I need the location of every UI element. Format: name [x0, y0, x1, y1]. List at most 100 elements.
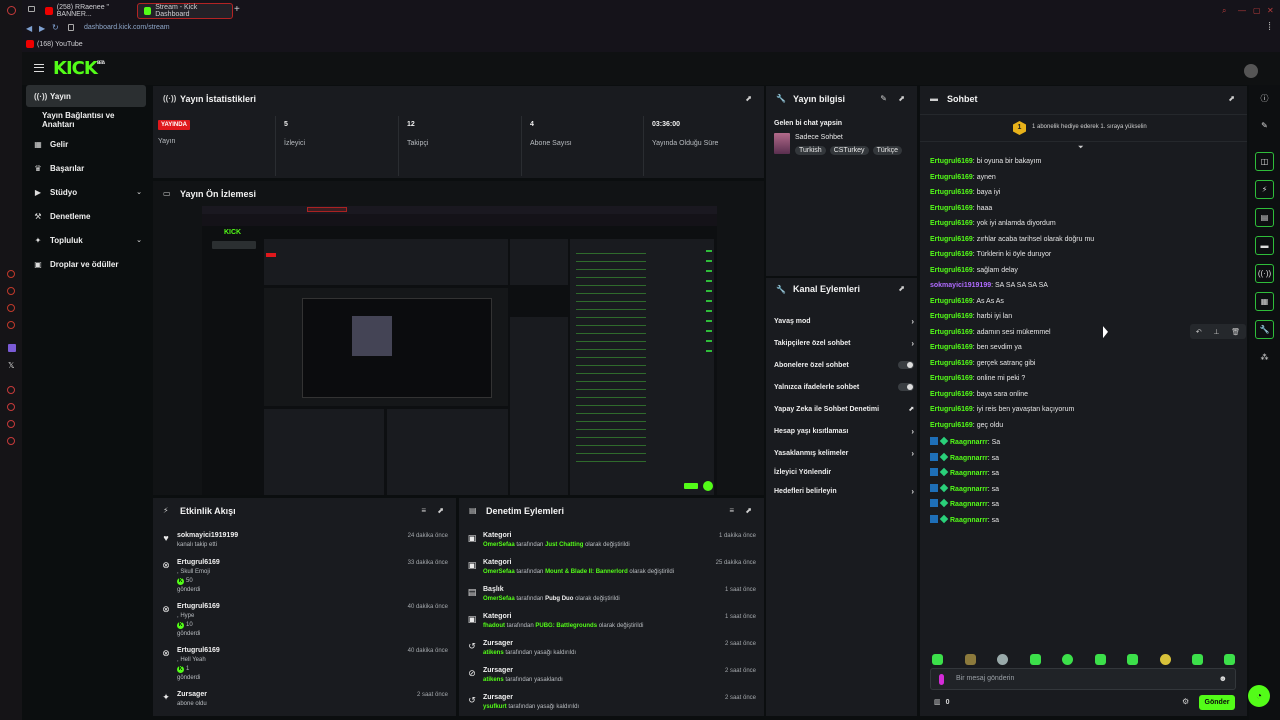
chat-message[interactable]: Raagnnarrr: sa	[930, 483, 999, 493]
chat-message[interactable]: Ertugrul6169: ben sevdim ya	[930, 344, 1022, 351]
sidebar-item-studio[interactable]: ▶ Stüdyo ⌄	[26, 181, 146, 203]
chat-message[interactable]: Ertugrul6169: baya iyi	[930, 189, 1000, 196]
mod-actor[interactable]: ysufkurt	[483, 704, 507, 710]
chat-username[interactable]: Raagnnarrr	[950, 501, 988, 508]
chat-username[interactable]: Ertugrul6169	[930, 298, 973, 305]
chat-message[interactable]: Raagnnarrr: Sa	[930, 436, 1000, 446]
tag-chip[interactable]: CSTurkey	[829, 146, 869, 155]
activity-user[interactable]: sokmayici1919199	[177, 532, 238, 539]
tab-kick-dashboard[interactable]: Stream - Kick Dashboard	[137, 3, 233, 19]
mod-actor[interactable]: atikens	[483, 650, 504, 656]
lightning-icon[interactable]: ⚡	[1255, 180, 1274, 199]
chat-message[interactable]: Ertugrul6169: geç oldu	[930, 422, 1003, 429]
clipboard-icon[interactable]: ▦	[1255, 292, 1274, 311]
chat-message[interactable]: Ertugrul6169: As As As	[930, 298, 1004, 305]
chat-username[interactable]: Ertugrul6169	[930, 375, 973, 382]
chat-username[interactable]: Ertugrul6169	[930, 406, 973, 413]
mod-actor[interactable]: OmerSefaa	[483, 569, 515, 575]
collapse-pin-icon[interactable]: ⏷	[1078, 144, 1084, 152]
ai-moderation-row[interactable]: Yapay Zeka ile Sohbet Denetimi ⬈	[774, 400, 914, 418]
chat-message[interactable]: Ertugrul6169: sağlam delay	[930, 267, 1018, 274]
mod-actor[interactable]: OmerSefaa	[483, 596, 515, 602]
tag-chip[interactable]: Türkçe	[872, 146, 902, 155]
set-goals-row[interactable]: Hedefleri belirleyin ›	[774, 482, 914, 500]
stream-preview-video[interactable]: KICK	[202, 206, 717, 495]
popout-icon[interactable]: ⬈	[898, 94, 905, 103]
slow-mode-row[interactable]: Yavaş mod ›	[774, 312, 914, 330]
sidebar-app-icon[interactable]	[7, 321, 15, 329]
sidebar-item-stream-key[interactable]: Yayın Bağlantısı ve Anahtarı	[26, 109, 146, 131]
sidebar-app-icon[interactable]	[7, 403, 15, 411]
sidebar-item-revenue[interactable]: ▦ Gelir	[26, 133, 146, 155]
edit-icon[interactable]: ✎	[1255, 116, 1274, 135]
mod-action-title[interactable]: Zursager	[483, 694, 513, 701]
chat-message[interactable]: Ertugrul6169: yok iyi anlamda diyordum	[930, 220, 1056, 227]
opera-logo-icon[interactable]	[7, 6, 16, 15]
info-icon[interactable]: ⓘ	[1255, 89, 1274, 108]
sidebar-app-icon[interactable]	[7, 420, 15, 428]
sidebar-toggle-icon[interactable]: ⁞	[1268, 21, 1271, 33]
chat-message[interactable]: Raagnnarrr: sa	[930, 514, 999, 524]
sidebar-item-moderation[interactable]: ⚒ Denetleme	[26, 205, 146, 227]
chat-username[interactable]: Ertugrul6169	[930, 267, 973, 274]
emote-icon[interactable]	[932, 654, 943, 665]
minimize-icon[interactable]: —	[1238, 6, 1246, 15]
filter-icon[interactable]: ≡	[729, 506, 734, 515]
twitch-icon[interactable]	[8, 344, 16, 352]
send-button[interactable]: Gönder	[1199, 695, 1235, 710]
emote-icon[interactable]	[1160, 654, 1171, 665]
popout-icon[interactable]: ⬈	[1228, 94, 1235, 103]
screen-icon[interactable]: ◫	[1255, 152, 1274, 171]
menu-icon[interactable]	[34, 64, 44, 72]
sidebar-item-stream[interactable]: ((·)) Yayın	[26, 85, 146, 107]
url-field[interactable]: dashboard.kick.com/stream	[84, 24, 170, 31]
chat-message[interactable]: Ertugrul6169: online mi peki ?	[930, 375, 1025, 382]
chat-username[interactable]: Ertugrul6169	[930, 344, 973, 351]
mod-actor[interactable]: fhadout	[483, 623, 505, 629]
chat-message[interactable]: Raagnnarrr: sa	[930, 498, 999, 508]
chat-message[interactable]: Ertugrul6169: adamın sesi mükemmel	[930, 329, 1051, 336]
tab-youtube[interactable]: (258) RRaenee " BANNER...	[39, 3, 149, 19]
mod-action-title[interactable]: Zursager	[483, 640, 513, 647]
chat-username[interactable]: Ertugrul6169	[930, 329, 973, 336]
chat-username[interactable]: Ertugrul6169	[930, 220, 973, 227]
chat-username[interactable]: Ertugrul6169	[930, 360, 973, 367]
chat-username[interactable]: Ertugrul6169	[930, 189, 973, 196]
reload-icon[interactable]: ↻	[52, 23, 59, 32]
chat-username[interactable]: Raagnnarrr	[950, 455, 988, 462]
emote-icon[interactable]	[1192, 654, 1203, 665]
layout-icon[interactable]: ⁂	[1255, 348, 1274, 367]
popout-icon[interactable]: ⬈	[437, 506, 444, 515]
chat-message[interactable]: Raagnnarrr: sa	[930, 452, 999, 462]
chat-username[interactable]: Raagnnarrr	[950, 470, 988, 477]
filter-icon[interactable]: ≡	[421, 506, 426, 515]
help-chat-button[interactable]: ◔	[1248, 685, 1270, 707]
maximize-icon[interactable]: ▢	[1253, 6, 1261, 15]
subscribers-only-toggle[interactable]	[898, 361, 914, 369]
delete-icon[interactable]: 🗑	[1231, 328, 1240, 336]
sidebar-item-drops[interactable]: ▣ Droplar ve ödüller	[26, 253, 146, 275]
tag-chip[interactable]: Turkish	[795, 146, 826, 155]
chat-message[interactable]: Ertugrul6169: aynen	[930, 174, 996, 181]
chat-message[interactable]: Ertugrul6169: haaa	[930, 205, 992, 212]
activity-user[interactable]: Ertugrul6169	[177, 603, 220, 610]
document-icon[interactable]: ▤	[1255, 208, 1274, 227]
tab-list-icon[interactable]	[28, 6, 35, 12]
emote-icon[interactable]	[1030, 654, 1041, 665]
chat-message[interactable]: sokmayici1919199: SA SA SA SA SA	[930, 282, 1048, 289]
host-viewers-row[interactable]: İzleyici Yönlendir	[774, 463, 914, 481]
new-tab-button[interactable]: +	[234, 4, 240, 15]
sidebar-item-achievements[interactable]: ♛ Başarılar	[26, 157, 146, 179]
chat-message[interactable]: Ertugrul6169: zırhlar acaba tarihsel ola…	[930, 236, 1094, 243]
sidebar-app-icon[interactable]	[7, 270, 15, 278]
search-tabs-icon[interactable]: ⌕	[1222, 6, 1226, 16]
broadcast-icon[interactable]: ((·))	[1255, 264, 1274, 283]
chat-username[interactable]: sokmayici1919199	[930, 282, 991, 289]
chat-message[interactable]: Ertugrul6169: iyi reis ben yavaştan kaçı…	[930, 406, 1074, 413]
activity-user[interactable]: Ertugrul6169	[177, 647, 220, 654]
followers-only-row[interactable]: Takipçilere özel sohbet ›	[774, 334, 914, 352]
sidebar-app-icon[interactable]	[7, 304, 15, 312]
chat-icon[interactable]: ▬	[1255, 236, 1274, 255]
chat-input[interactable]: Bir mesaj gönderin ☻	[930, 668, 1236, 690]
chat-username[interactable]: Ertugrul6169	[930, 391, 973, 398]
